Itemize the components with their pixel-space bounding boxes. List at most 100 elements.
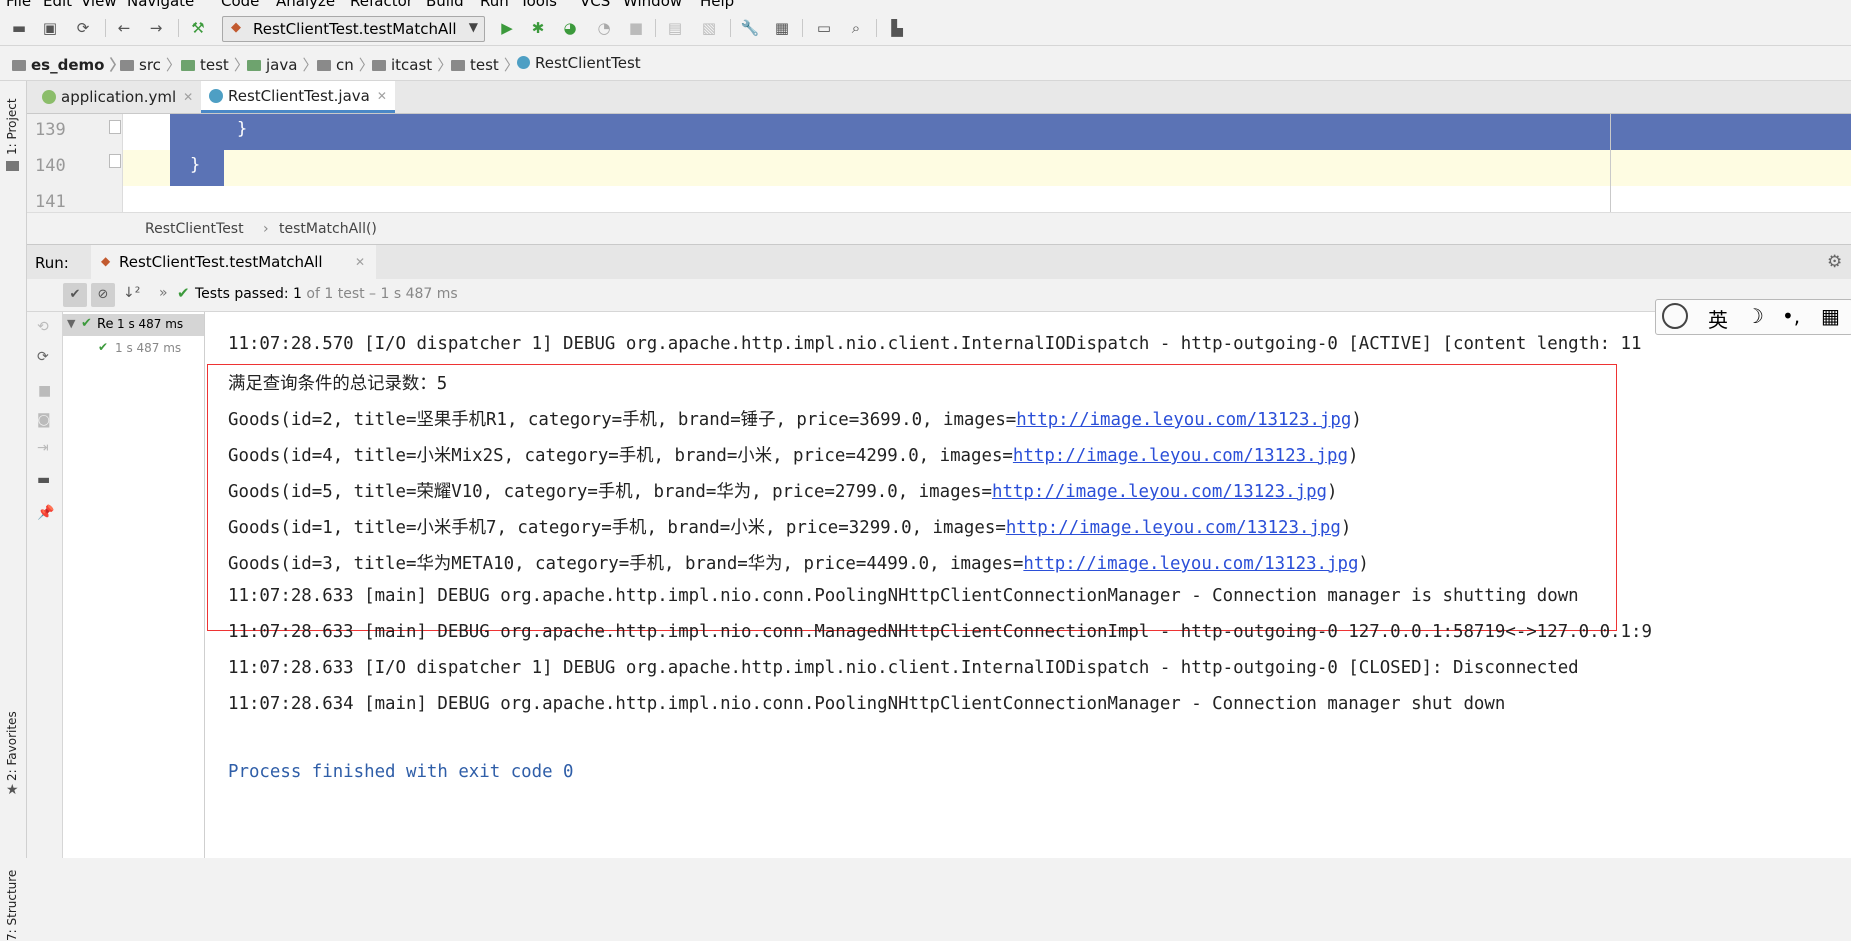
search-icon[interactable]: ⌕ xyxy=(846,18,866,38)
tree-row-test[interactable]: ✔ 1 s 487 ms xyxy=(63,338,204,360)
crumb-itcast[interactable]: itcast 〉 xyxy=(372,54,452,75)
terminal-icon[interactable]: ▭ xyxy=(814,18,834,38)
image-link[interactable]: http://image.leyou.com/13123.jpg xyxy=(992,482,1327,502)
show-ignored-icon[interactable]: ⊘ xyxy=(91,283,115,307)
crumb-class[interactable]: RestClientTest xyxy=(517,54,641,72)
toolbar-divider xyxy=(802,19,803,37)
class-icon xyxy=(517,56,530,69)
save-icon[interactable]: ▣ xyxy=(40,18,60,38)
breadcrumb-separator: › xyxy=(263,221,269,237)
ime-toolbar: 英 ☽ •, ▦ xyxy=(1655,299,1851,335)
menu-view[interactable]: View xyxy=(81,0,117,10)
menu-refactor[interactable]: Refactor xyxy=(350,0,413,10)
navigation-bar: es_demo 〉 src 〉 test 〉 java 〉 cn 〉 itcast 〉 te… xyxy=(0,46,1851,81)
stop-icon[interactable]: ■ xyxy=(626,18,646,38)
favorites-tool-button[interactable]: 2: Favorites xyxy=(5,711,19,781)
menu-edit[interactable]: Edit xyxy=(43,0,72,10)
project-structure-icon[interactable]: ▦ xyxy=(772,18,792,38)
tree-root-time: 1 s 487 ms xyxy=(117,317,184,331)
sdk-icon[interactable]: ▧ xyxy=(699,18,719,38)
vcs-icon[interactable]: ▙ xyxy=(887,18,907,38)
image-link[interactable]: http://image.leyou.com/13123.jpg xyxy=(1013,446,1348,466)
close-icon[interactable]: ✕ xyxy=(183,90,193,104)
process-finished-line: Process finished with exit code 0 xyxy=(228,762,574,782)
exit-icon[interactable]: ⇥ xyxy=(37,440,49,456)
crumb-java[interactable]: java 〉 xyxy=(247,54,317,75)
settings-icon[interactable]: 🔧 xyxy=(740,18,760,38)
crumb-test-package[interactable]: test 〉 xyxy=(451,54,519,75)
crumb-project[interactable]: es_demo 〉 xyxy=(12,54,124,75)
keyboard-icon[interactable]: ▦ xyxy=(1821,304,1840,328)
stop-icon[interactable]: ■ xyxy=(38,383,51,399)
profile-icon[interactable]: ◔ xyxy=(594,18,614,38)
menu-build[interactable]: Build xyxy=(426,0,464,10)
folder-icon xyxy=(372,60,386,71)
breadcrumb-method[interactable]: testMatchAll() xyxy=(279,221,377,237)
breadcrumb-class[interactable]: RestClientTest xyxy=(145,221,244,237)
console-line: 11:07:28.634 [main] DEBUG org.apache.htt… xyxy=(228,694,1506,714)
ime-logo-icon[interactable] xyxy=(1662,303,1688,329)
image-link[interactable]: http://image.leyou.com/13123.jpg xyxy=(1006,518,1341,538)
tab-application-yml[interactable]: application.yml ✕ xyxy=(34,81,201,113)
test-config-icon: ◆ xyxy=(231,20,241,35)
attach-icon[interactable]: ▤ xyxy=(665,18,685,38)
tree-root-name: Re xyxy=(97,317,114,332)
show-passed-icon[interactable]: ✔ xyxy=(63,283,87,307)
menu-tools[interactable]: Tools xyxy=(520,0,557,10)
menu-window[interactable]: Window xyxy=(623,0,682,10)
crumb-test[interactable]: test 〉 xyxy=(181,54,249,75)
forward-icon[interactable]: → xyxy=(146,18,166,38)
pin-icon[interactable]: 📌 xyxy=(37,505,54,521)
editor-tabs: application.yml ✕ RestClientTest.java ✕ xyxy=(27,81,1851,114)
code-editor[interactable]: 139 140 141 } } xyxy=(27,114,1851,212)
structure-tool-button[interactable]: 7: Structure xyxy=(5,870,19,941)
menu-navigate[interactable]: Navigate xyxy=(127,0,194,10)
coverage-icon[interactable]: ◕ xyxy=(560,18,580,38)
crumb-src[interactable]: src 〉 xyxy=(120,54,181,75)
menu-file[interactable]: File xyxy=(6,0,31,10)
sort-icon[interactable]: ↓² xyxy=(123,285,140,301)
console-line: Goods(id=5, title=荣耀V10, category=手机, br… xyxy=(228,482,1338,502)
run-icon[interactable]: ▶ xyxy=(497,18,517,38)
back-icon[interactable]: ← xyxy=(114,18,134,38)
moon-icon[interactable]: ☽ xyxy=(1746,304,1764,328)
menu-vcs[interactable]: VCS xyxy=(580,0,610,10)
camera-icon[interactable]: ◙ xyxy=(37,412,51,428)
run-tab-label: RestClientTest.testMatchAll xyxy=(119,253,323,271)
test-config-icon: ◆ xyxy=(101,254,111,268)
console-output[interactable]: 11:07:28.570 [I/O dispatcher 1] DEBUG or… xyxy=(205,312,1851,858)
toolbar-divider xyxy=(178,19,179,37)
image-link[interactable]: http://image.leyou.com/13123.jpg xyxy=(1016,410,1351,430)
console-line: Goods(id=4, title=小米Mix2S, category=手机, … xyxy=(228,446,1359,466)
tree-row-root[interactable]: ▼ ✔ Re 1 s 487 ms xyxy=(63,314,204,336)
close-icon[interactable]: ✕ xyxy=(377,89,387,103)
rerun-failed-icon[interactable]: ⟲ xyxy=(37,319,49,335)
ime-language-toggle[interactable]: 英 xyxy=(1708,304,1728,333)
check-icon: ✔ xyxy=(98,340,109,354)
toggle-auto-test-icon[interactable]: ⟳ xyxy=(37,349,49,365)
close-icon[interactable]: ✕ xyxy=(355,255,365,269)
run-tab[interactable]: ◆ RestClientTest.testMatchAll ✕ xyxy=(91,245,376,279)
tab-rest-client-test[interactable]: RestClientTest.java ✕ xyxy=(201,81,395,113)
crumb-cn[interactable]: cn 〉 xyxy=(317,54,374,75)
sync-icon[interactable]: ⟳ xyxy=(73,18,93,38)
line-number: 139 xyxy=(35,120,66,140)
yaml-file-icon xyxy=(42,90,56,104)
menu-analyze[interactable]: Analyze xyxy=(276,0,335,10)
image-link[interactable]: http://image.leyou.com/13123.jpg xyxy=(1023,554,1358,574)
run-configuration-select[interactable]: ◆ RestClientTest.testMatchAll ▼ xyxy=(222,16,485,42)
punctuation-icon[interactable]: •, xyxy=(1782,304,1800,328)
fold-marker-icon[interactable] xyxy=(109,120,121,134)
debug-icon[interactable]: ✱ xyxy=(528,18,548,38)
menu-help[interactable]: Help xyxy=(700,0,734,10)
menu-run[interactable]: Run xyxy=(480,0,509,10)
chevron-down-icon[interactable]: ▼ xyxy=(67,317,75,330)
menu-code[interactable]: Code xyxy=(221,0,259,10)
build-icon[interactable]: ⚒ xyxy=(188,18,208,38)
expand-more-icon[interactable]: » xyxy=(159,285,168,301)
project-tool-button[interactable]: 1: Project xyxy=(5,98,19,155)
fold-marker-icon[interactable] xyxy=(109,154,121,168)
open-icon[interactable]: ▬ xyxy=(9,18,29,38)
layout-icon[interactable]: ▬ xyxy=(37,472,50,488)
gear-icon[interactable]: ⚙ xyxy=(1827,252,1842,272)
